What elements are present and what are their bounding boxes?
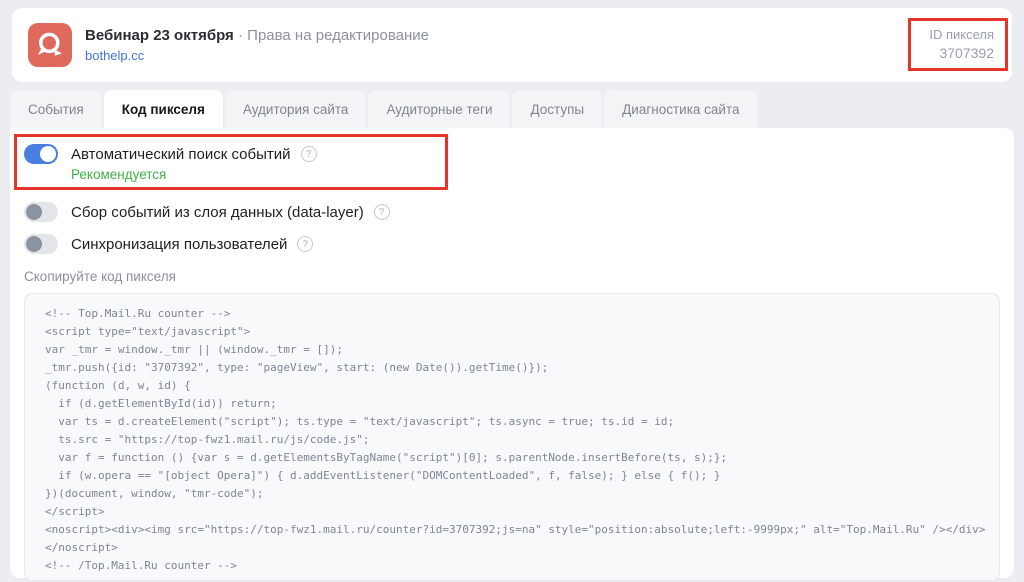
- user-sync-toggle[interactable]: [24, 234, 58, 254]
- user-sync-row: Синхронизация пользователей ?: [24, 234, 1014, 254]
- code-line: </noscript>: [45, 539, 985, 557]
- help-icon[interactable]: ?: [374, 204, 390, 220]
- code-line: _tmr.push({id: "3707392", type: "pageVie…: [45, 359, 985, 377]
- auto-events-toggle[interactable]: [24, 144, 58, 164]
- code-line: if (d.getElementById(id)) return;: [45, 395, 985, 413]
- code-line: var f = function () {var s = d.getElemen…: [45, 449, 985, 467]
- code-line: if (w.opera == "[object Opera]") { d.add…: [45, 467, 985, 485]
- tab-site-audience[interactable]: Аудитория сайта: [225, 90, 367, 128]
- code-line: })(document, window, "tmr-code");: [45, 485, 985, 503]
- tab-pixel-code[interactable]: Код пикселя: [104, 90, 223, 128]
- code-line: </script>: [45, 503, 985, 521]
- site-domain-link[interactable]: bothelp.cc: [85, 48, 429, 64]
- data-layer-toggle[interactable]: [24, 202, 58, 222]
- data-layer-row: Сбор событий из слоя данных (data-layer)…: [24, 202, 1014, 222]
- auto-events-label: Автоматический поиск событий: [71, 146, 291, 163]
- header-text: Вебинар 23 октября · Права на редактиров…: [85, 26, 429, 64]
- user-sync-label: Синхронизация пользователей: [71, 236, 287, 253]
- code-line: ts.src = "https://top-fwz1.mail.ru/js/co…: [45, 431, 985, 449]
- tab-events[interactable]: События: [10, 90, 102, 128]
- header-card: Вебинар 23 октября · Права на редактиров…: [12, 8, 1012, 82]
- tab-bar: События Код пикселя Аудитория сайта Ауди…: [10, 90, 758, 128]
- code-line: <noscript><div><img src="https://top-fwz…: [45, 521, 985, 539]
- code-line: (function (d, w, id) {: [45, 377, 985, 395]
- help-icon[interactable]: ?: [301, 146, 317, 162]
- pixel-id-label: ID пикселя: [925, 26, 994, 43]
- copy-pixel-code-label: Скопируйте код пикселя: [24, 269, 1014, 284]
- toggle-knob: [40, 146, 56, 162]
- pixel-code-panel: Автоматический поиск событий ? Рекоменду…: [10, 128, 1014, 578]
- access-rights-label: Права на редактирование: [247, 27, 429, 44]
- code-line: <!-- /Top.Mail.Ru counter -->: [45, 557, 985, 575]
- code-line: <!-- Top.Mail.Ru counter -->: [45, 305, 985, 323]
- toggle-knob: [26, 204, 42, 220]
- code-line: var ts = d.createElement("script"); ts.t…: [45, 413, 985, 431]
- tab-audience-tags[interactable]: Аудиторные теги: [368, 90, 510, 128]
- help-icon[interactable]: ?: [297, 236, 313, 252]
- recommended-badge: Рекомендуется: [71, 167, 445, 182]
- data-layer-label: Сбор событий из слоя данных (data-layer): [71, 204, 364, 221]
- code-line: <script type="text/javascript">: [45, 323, 985, 341]
- pixel-id-annotation-box: ID пикселя 3707392: [908, 18, 1008, 71]
- auto-events-row: Автоматический поиск событий ?: [24, 144, 445, 164]
- tab-site-diagnostics[interactable]: Диагностика сайта: [604, 90, 757, 128]
- tab-accesses[interactable]: Доступы: [512, 90, 602, 128]
- auto-events-annotation-box: Автоматический поиск событий ? Рекоменду…: [14, 134, 448, 190]
- code-line: var _tmr = window._tmr || (window._tmr =…: [45, 341, 985, 359]
- bothelp-logo-icon: [28, 23, 72, 67]
- page-title: Вебинар 23 октября: [85, 27, 234, 44]
- pixel-code-block[interactable]: <!-- Top.Mail.Ru counter --> <script typ…: [24, 293, 1000, 581]
- title-separator: ·: [234, 27, 247, 44]
- toggle-knob: [26, 236, 42, 252]
- pixel-id-value: 3707392: [925, 44, 994, 62]
